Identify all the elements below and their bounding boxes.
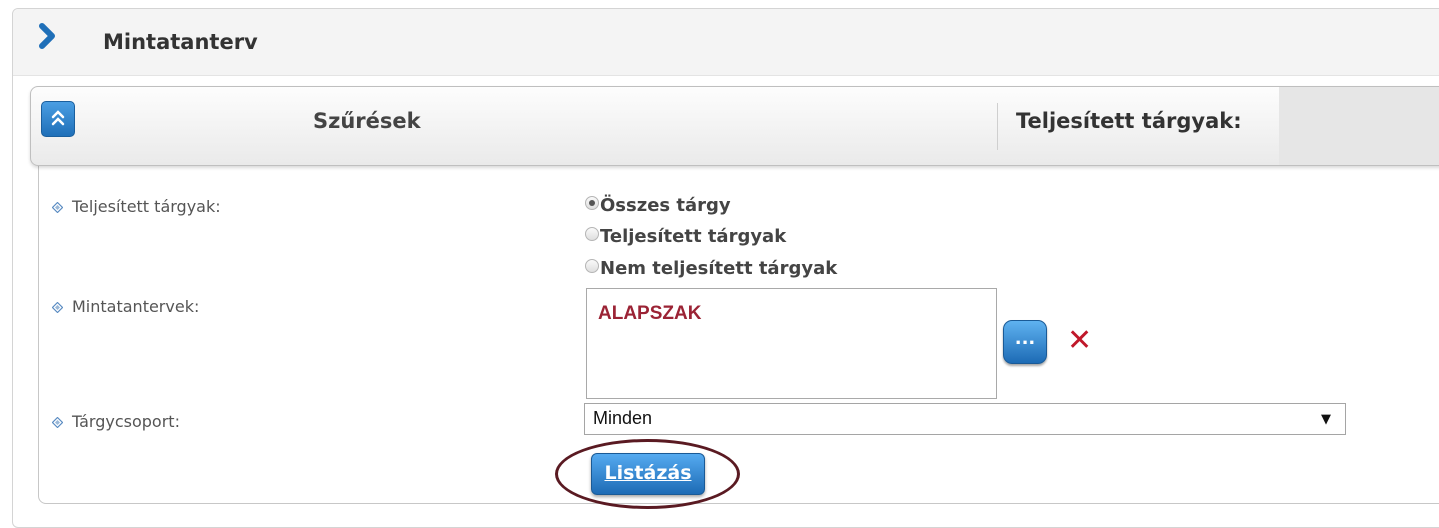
- dropdown-arrow-icon: ▼: [1321, 412, 1331, 427]
- subject-group-label: Tárgycsoport:: [52, 412, 180, 431]
- chevron-right-icon: [39, 23, 55, 49]
- completed-summary-label: Teljesített tárgyak:: [1016, 109, 1242, 133]
- remove-icon[interactable]: ✕: [1067, 323, 1092, 358]
- radio-option-all[interactable]: Összes tárgy: [585, 195, 731, 216]
- completed-subjects-text: Teljesített tárgyak:: [72, 197, 221, 216]
- radio-option-not-completed[interactable]: Nem teljesített tárgyak: [585, 258, 837, 279]
- radio-button[interactable]: [585, 227, 599, 241]
- browse-button[interactable]: ...: [1003, 320, 1047, 364]
- completed-subjects-label: Teljesített tárgyak:: [52, 197, 221, 216]
- radio-option-completed[interactable]: Teljesített tárgyak: [585, 226, 786, 247]
- curricula-text: Mintatantervek:: [72, 297, 200, 316]
- radio-label: Nem teljesített tárgyak: [600, 258, 838, 279]
- radio-button[interactable]: [585, 259, 599, 273]
- subject-group-text: Tárgycsoport:: [72, 412, 180, 431]
- header-divider: [997, 103, 998, 150]
- page-title: Mintatanterv: [103, 30, 258, 54]
- list-item[interactable]: ALAPSZAK: [598, 303, 701, 325]
- curricula-listbox[interactable]: ALAPSZAK: [586, 288, 997, 399]
- filter-header[interactable]: Szűrések Teljesített tárgyak:: [30, 86, 1439, 166]
- radio-label: Összes tárgy: [600, 195, 731, 216]
- radio-button[interactable]: [585, 196, 599, 210]
- subject-group-select[interactable]: Minden ▼: [584, 403, 1346, 435]
- collapse-button[interactable]: [41, 101, 75, 137]
- filter-title: Szűrések: [313, 109, 421, 133]
- page-title-bar: Mintatanterv: [13, 9, 1439, 76]
- list-button[interactable]: Listázás: [591, 453, 705, 495]
- diamond-bullet-icon: [52, 417, 63, 428]
- select-value: Minden: [593, 408, 653, 428]
- diamond-bullet-icon: [52, 202, 63, 213]
- diamond-bullet-icon: [52, 302, 63, 313]
- curricula-label: Mintatantervek:: [52, 297, 199, 316]
- radio-label: Teljesített tárgyak: [600, 226, 787, 247]
- double-chevron-up-icon: [51, 110, 65, 126]
- completed-summary-value: [1279, 87, 1439, 165]
